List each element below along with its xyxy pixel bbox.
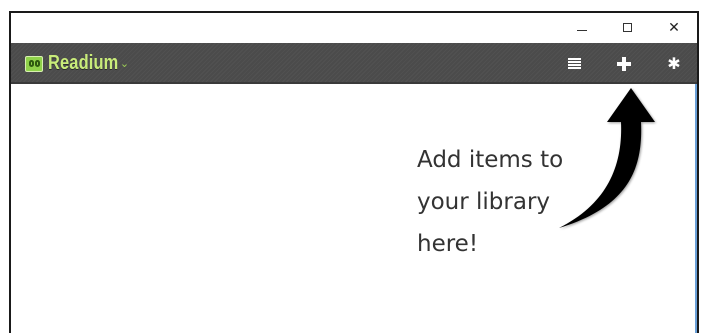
maximize-icon — [623, 23, 632, 32]
app-brand-menu[interactable]: Readium ⌄ — [25, 43, 129, 84]
title-bar: ✕ — [11, 13, 697, 43]
plus-icon — [617, 56, 631, 71]
settings-button[interactable]: ✱ — [659, 43, 689, 84]
app-name: Readium — [48, 52, 119, 74]
curved-arrow-icon — [559, 88, 655, 228]
window-edge — [695, 84, 697, 333]
library-list-button[interactable] — [559, 43, 589, 84]
minimize-button[interactable] — [559, 13, 605, 43]
library-content: Add items to your library here! — [11, 84, 697, 333]
minimize-icon — [577, 30, 587, 31]
app-window: ✕ Readium ⌄ ✱ Add items to your library … — [9, 11, 699, 333]
gear-icon: ✱ — [667, 53, 681, 73]
close-icon: ✕ — [668, 20, 680, 36]
readium-logo-icon — [25, 55, 43, 72]
add-to-library-button[interactable] — [609, 43, 639, 84]
list-view-icon — [567, 58, 581, 69]
close-button[interactable]: ✕ — [651, 13, 697, 43]
app-toolbar: Readium ⌄ ✱ — [11, 43, 697, 84]
maximize-button[interactable] — [605, 13, 651, 43]
chevron-down-icon: ⌄ — [119, 57, 130, 70]
